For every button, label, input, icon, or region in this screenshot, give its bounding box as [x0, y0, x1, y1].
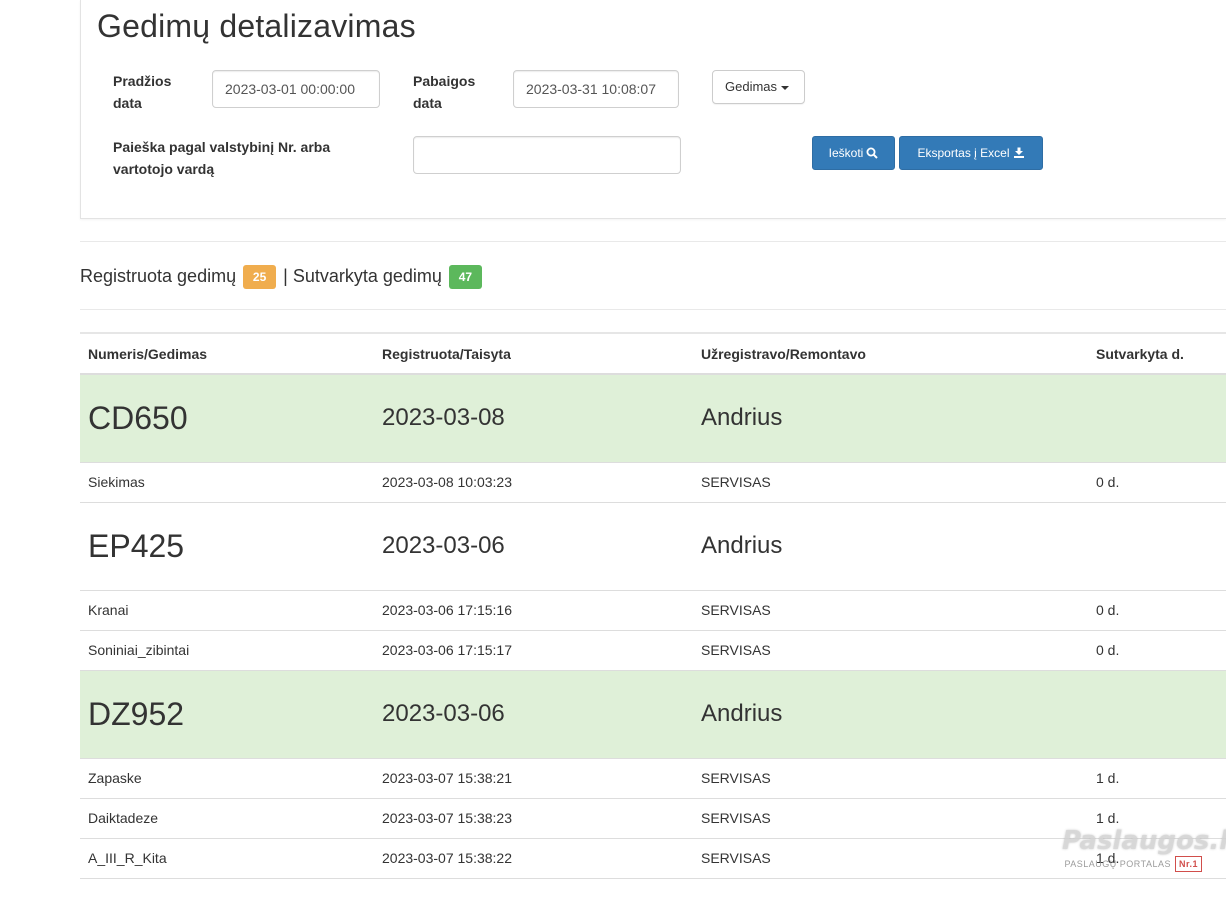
repaired-by: SERVISAS	[693, 798, 1088, 839]
download-icon	[1013, 147, 1024, 158]
table-row: Zapaske 2023-03-07 15:38:21 SERVISAS 1 d.	[80, 758, 1226, 799]
table-cell: EP425	[80, 502, 374, 591]
days-to-fix: 0 d.	[1088, 630, 1226, 671]
registered-by: Andrius	[701, 404, 783, 432]
registered-by: Andrius	[701, 532, 783, 559]
table-cell: CD650	[80, 374, 374, 463]
registered-by: Andrius	[701, 700, 783, 727]
fixed-label: Sutvarkyta gedimų	[292, 266, 442, 286]
registered-date: 2023-03-06	[382, 700, 505, 727]
days-to-fix: 1 d.	[1088, 758, 1226, 799]
fault-name: Daiktadeze	[80, 798, 374, 839]
table-cell: Andrius	[693, 374, 1088, 463]
fixed-count-badge: 47	[448, 265, 482, 289]
export-excel-button[interactable]: Eksportas į Excel	[899, 136, 1043, 170]
start-date-input[interactable]: 2023-03-01 00:00:00	[212, 70, 380, 108]
vehicle-plate: CD650	[88, 399, 188, 436]
fault-timestamp: 2023-03-07 15:38:23	[374, 798, 693, 839]
search-label: Paieška pagal valstybinį Nr. arba vartot…	[113, 139, 331, 177]
table-row: A_III_R_Kita 2023-03-07 15:38:22 SERVISAS 1…	[80, 838, 1226, 879]
vehicle-group-row[interactable]: EP425 2023-03-06 Andrius	[80, 502, 1226, 591]
registered-date: 2023-03-08	[382, 404, 505, 432]
summary-separator: |	[283, 266, 288, 286]
page-title: Gedimų detalizavimas	[97, 8, 416, 44]
export-button-label: Eksportas į Excel	[917, 146, 1010, 160]
fault-summary: Registruota gedimų 25 | Sutvarkyta gedim…	[80, 264, 484, 289]
table-row: Daiktadeze 2023-03-07 15:38:23 SERVISAS 1 d…	[80, 798, 1226, 839]
table-cell	[1088, 670, 1226, 759]
divider	[80, 241, 1226, 242]
fault-type-label: Gedimas	[725, 79, 778, 94]
vehicle-plate: EP425	[88, 527, 185, 564]
registered-label: Registruota gedimų	[80, 266, 237, 286]
repaired-by: SERVISAS	[693, 838, 1088, 879]
registered-date: 2023-03-06	[382, 532, 505, 559]
vehicle-plate: DZ952	[88, 695, 185, 732]
start-date-label: Pradžios data	[113, 73, 172, 111]
table-row: Soniniai_zibintai 2023-03-06 17:15:17 SERV…	[80, 630, 1226, 671]
column-header: Registruota/Taisyta	[374, 332, 693, 375]
vehicle-group-row[interactable]: CD650 2023-03-08 Andrius	[80, 374, 1226, 463]
fault-timestamp: 2023-03-06 17:15:17	[374, 630, 693, 671]
fault-name: Kranai	[80, 590, 374, 631]
watermark-logo: Paslaugos.lt PASLAUGŲ PORTALAS Nr.1	[1062, 826, 1226, 878]
column-header: Užregistravo/Remontavo	[693, 332, 1088, 375]
fault-timestamp: 2023-03-08 10:03:23	[374, 462, 693, 503]
caret-down-icon	[781, 85, 790, 90]
registered-count-badge: 25	[243, 265, 277, 289]
table-cell: 2023-03-08	[374, 374, 693, 463]
column-header: Sutvarkyta d.	[1088, 332, 1226, 375]
fault-timestamp: 2023-03-07 15:38:22	[374, 838, 693, 879]
fault-name: Siekimas	[80, 462, 374, 503]
table-cell	[1088, 374, 1226, 463]
repaired-by: SERVISAS	[693, 462, 1088, 503]
days-to-fix: 0 d.	[1088, 462, 1226, 503]
table-cell: 2023-03-06	[374, 670, 693, 759]
end-date-label: Pabaigos data	[413, 73, 476, 111]
column-header: Numeris/Gedimas	[80, 332, 374, 375]
vehicle-group-row[interactable]: DZ952 2023-03-06 Andrius	[80, 670, 1226, 759]
search-button[interactable]: Ieškoti	[812, 136, 895, 170]
fault-name: Zapaske	[80, 758, 374, 799]
table-header-row: Numeris/Gedimas Registruota/Taisyta Užre…	[80, 332, 1226, 375]
repaired-by: SERVISAS	[693, 758, 1088, 799]
fault-name: Soniniai_zibintai	[80, 630, 374, 671]
repaired-by: SERVISAS	[693, 630, 1088, 671]
faults-table: Numeris/Gedimas Registruota/Taisyta Užre…	[80, 332, 1226, 879]
watermark-brand: Paslaugos.lt	[1062, 826, 1226, 856]
search-icon	[866, 147, 879, 159]
search-button-label: Ieškoti	[828, 146, 864, 160]
table-cell: 2023-03-06	[374, 502, 693, 591]
table-row: Kranai 2023-03-06 17:15:16 SERVISAS 0 d.	[80, 590, 1226, 631]
fault-timestamp: 2023-03-06 17:15:16	[374, 590, 693, 631]
fault-timestamp: 2023-03-07 15:38:21	[374, 758, 693, 799]
watermark-rank: Nr.1	[1174, 856, 1202, 872]
divider	[80, 309, 1226, 310]
table-cell	[1088, 502, 1226, 591]
watermark-tagline-text: PASLAUGŲ PORTALAS	[1064, 859, 1171, 869]
end-date-input[interactable]: 2023-03-31 10:08:07	[513, 70, 679, 108]
search-input[interactable]	[413, 136, 681, 174]
days-to-fix: 0 d.	[1088, 590, 1226, 631]
table-cell: Andrius	[693, 502, 1088, 591]
table-cell: Andrius	[693, 670, 1088, 759]
table-cell: DZ952	[80, 670, 374, 759]
watermark-tagline: PASLAUGŲ PORTALAS Nr.1	[1062, 856, 1202, 872]
repaired-by: SERVISAS	[693, 590, 1088, 631]
fault-type-dropdown[interactable]: Gedimas	[712, 70, 805, 104]
fault-name: A_III_R_Kita	[80, 838, 374, 879]
table-row: Siekimas 2023-03-08 10:03:23 SERVISAS 0 d.	[80, 462, 1226, 503]
